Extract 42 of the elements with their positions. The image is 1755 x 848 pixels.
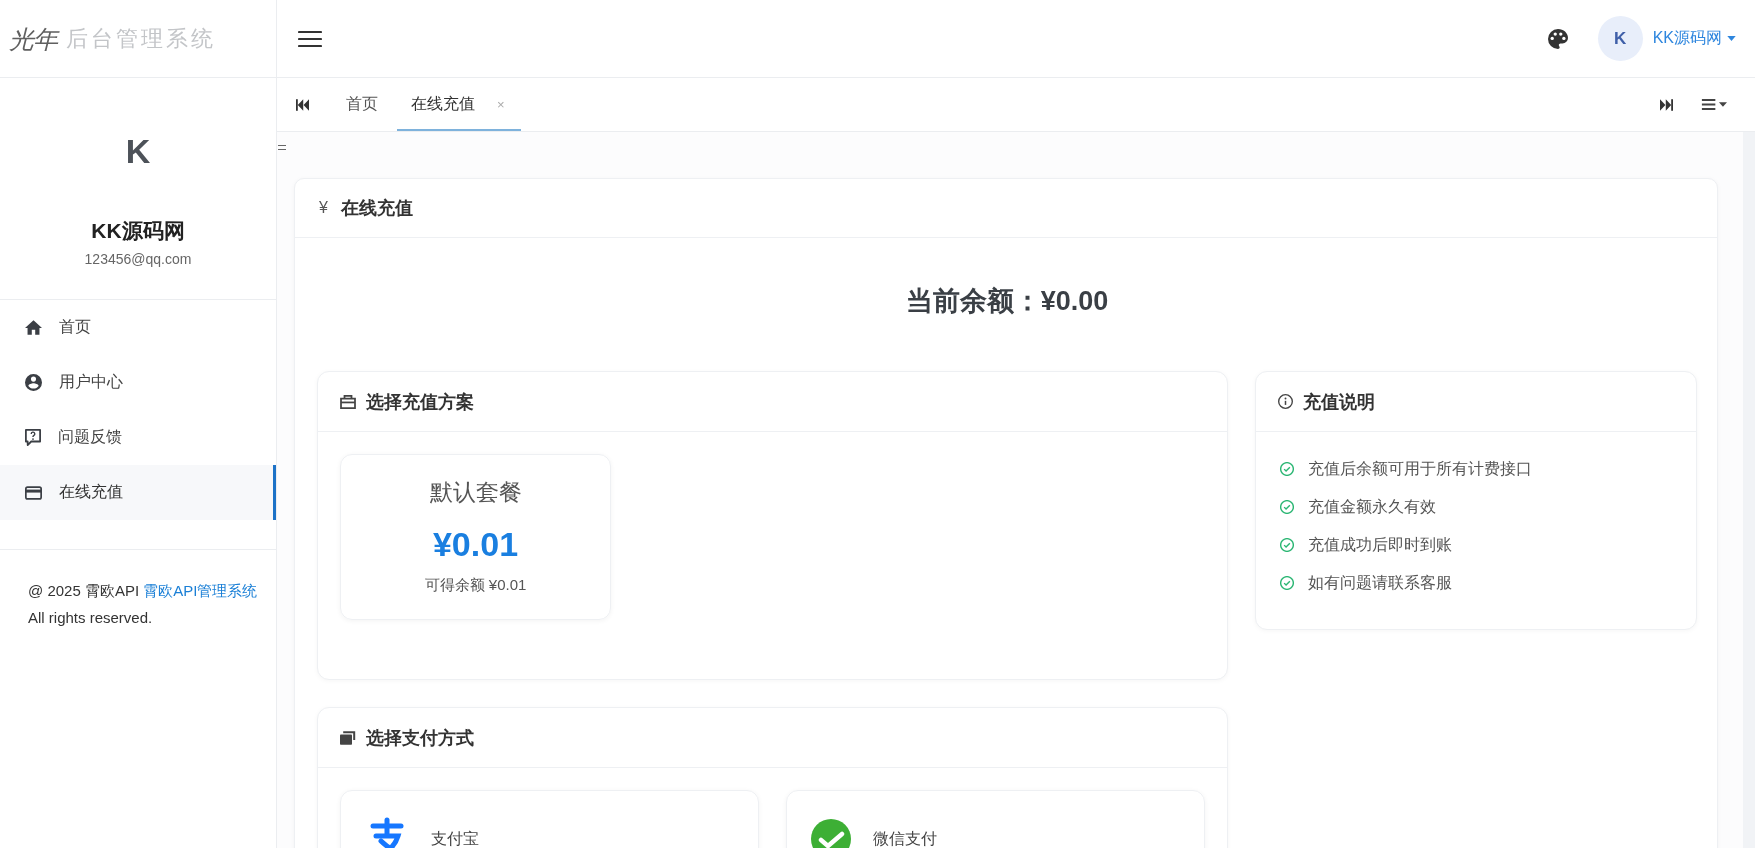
plan-price: ¥0.01	[432, 524, 519, 565]
sidebar-item[interactable]: 首页	[0, 300, 276, 355]
info-icon	[1278, 394, 1293, 409]
handle-icon	[278, 145, 286, 150]
plan-card[interactable]: 默认套餐 ¥0.01 可得余额 ¥0.01	[340, 454, 611, 620]
sidebar-item[interactable]: 在线充值	[0, 465, 276, 520]
skip-forward-icon[interactable]	[1659, 98, 1673, 111]
footer-link[interactable]: 霄欧API管理系统	[143, 582, 258, 599]
profile-email: 123456@qq.com	[84, 250, 192, 269]
note-text: 充值成功后即时到账	[1308, 534, 1452, 555]
panel-title: 选择充值方案	[366, 390, 474, 414]
panel-title: 选择支付方式	[366, 726, 474, 750]
plan-name: 默认套餐	[429, 478, 522, 507]
yen-icon: ¥	[319, 199, 328, 217]
skip-back-icon[interactable]	[295, 98, 309, 111]
plan-credit: 可得余额 ¥0.01	[424, 575, 527, 595]
sidebar-item[interactable]: 问题反馈	[0, 410, 276, 465]
panel-title: 充值说明	[1303, 390, 1375, 414]
tab[interactable]: 首页	[327, 78, 397, 131]
logo-text: 后台管理系统	[66, 24, 216, 53]
credit-card-icon	[25, 485, 42, 500]
copyright-text: @ 2025 霄欧API 霄欧API管理系统 All rights reserved.	[27, 581, 259, 628]
profile-name: KK源码网	[91, 218, 185, 244]
note-text: 充值金额永久有效	[1308, 496, 1436, 517]
user-avatar[interactable]: K	[1597, 16, 1643, 61]
sidebar-item[interactable]: 用户中心	[0, 355, 276, 410]
balance-text: 当前余额：¥0.00	[904, 285, 1110, 318]
caret-icon	[1727, 36, 1736, 41]
user-menu[interactable]: KK源码网	[1652, 28, 1736, 49]
card-title: 在线充值	[340, 197, 413, 220]
home-icon	[25, 320, 42, 335]
list-menu-icon[interactable]	[1701, 98, 1727, 111]
cards-icon	[340, 730, 356, 745]
palette-icon[interactable]	[1547, 28, 1568, 49]
profile-initial: K	[125, 131, 151, 171]
note-text: 如有问题请联系客服	[1308, 572, 1452, 593]
menu-icon[interactable]	[298, 29, 322, 48]
briefcase-icon	[340, 394, 356, 409]
payment-option[interactable]: 微信支付	[786, 790, 1205, 848]
payment-option[interactable]: 支付宝	[340, 790, 759, 848]
note-text: 充值后余额可用于所有计费接口	[1308, 458, 1532, 479]
question-bubble-icon	[25, 429, 41, 446]
